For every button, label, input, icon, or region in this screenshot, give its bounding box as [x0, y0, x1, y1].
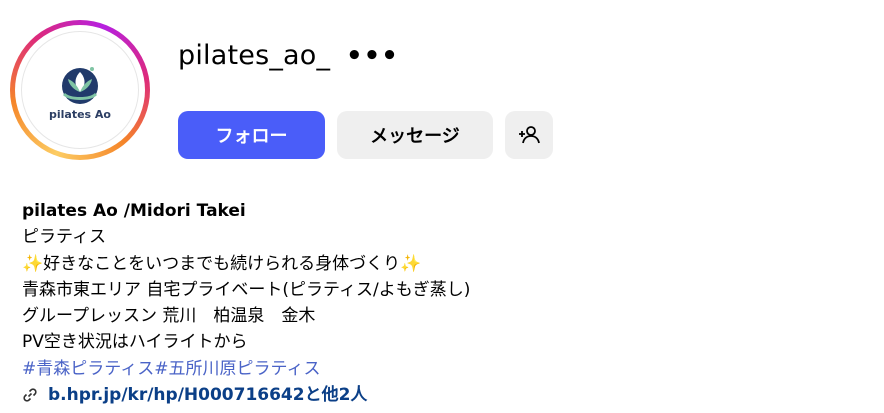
avatar-story-ring[interactable]: pilates Ao [10, 20, 150, 160]
hashtag-links[interactable]: #青森ピラティス#五所川原ピラティス [22, 356, 470, 382]
bio: pilates Ao /Midori Takei ピラティス ✨好きなことをいつ… [22, 198, 470, 408]
bio-link-text[interactable]: b.hpr.jp/kr/hp/H000716642と他2人 [48, 382, 367, 408]
bio-line: PV空き状況はハイライトから [22, 332, 248, 353]
sparkle-icon: ✨ [22, 253, 44, 274]
bio-line: ピラティス [22, 227, 106, 248]
lotus-logo-icon [62, 66, 98, 104]
bio-line: 好きなことをいつまでも続けられる身体づくり [43, 253, 401, 274]
display-name: pilates Ao /Midori Takei [22, 201, 246, 221]
follow-button[interactable]: フォロー [178, 111, 325, 159]
bio-line: 青森市東エリア 自宅プライベート(ピラティス/よもぎ蒸し) [22, 279, 471, 300]
bio-line: グループレッスン 荒川 柏温泉 金木 [22, 306, 316, 327]
add-person-button[interactable] [505, 111, 553, 159]
link-icon [23, 388, 37, 402]
add-person-icon [519, 126, 540, 144]
avatar-inner: pilates Ao [15, 25, 145, 155]
bio-link[interactable]: b.hpr.jp/kr/hp/H000716642と他2人 [22, 382, 470, 408]
sparkle-icon: ✨ [400, 253, 422, 274]
username: pilates_ao_ [178, 40, 331, 71]
avatar-logo-text: pilates Ao [48, 107, 111, 121]
avatar[interactable]: pilates Ao [21, 31, 139, 149]
message-button[interactable]: メッセージ [337, 111, 493, 159]
more-options-icon[interactable]: ••• [346, 41, 399, 71]
bio-line-with-sparkles: ✨好きなことをいつまでも続けられる身体づくり✨ [22, 251, 470, 277]
